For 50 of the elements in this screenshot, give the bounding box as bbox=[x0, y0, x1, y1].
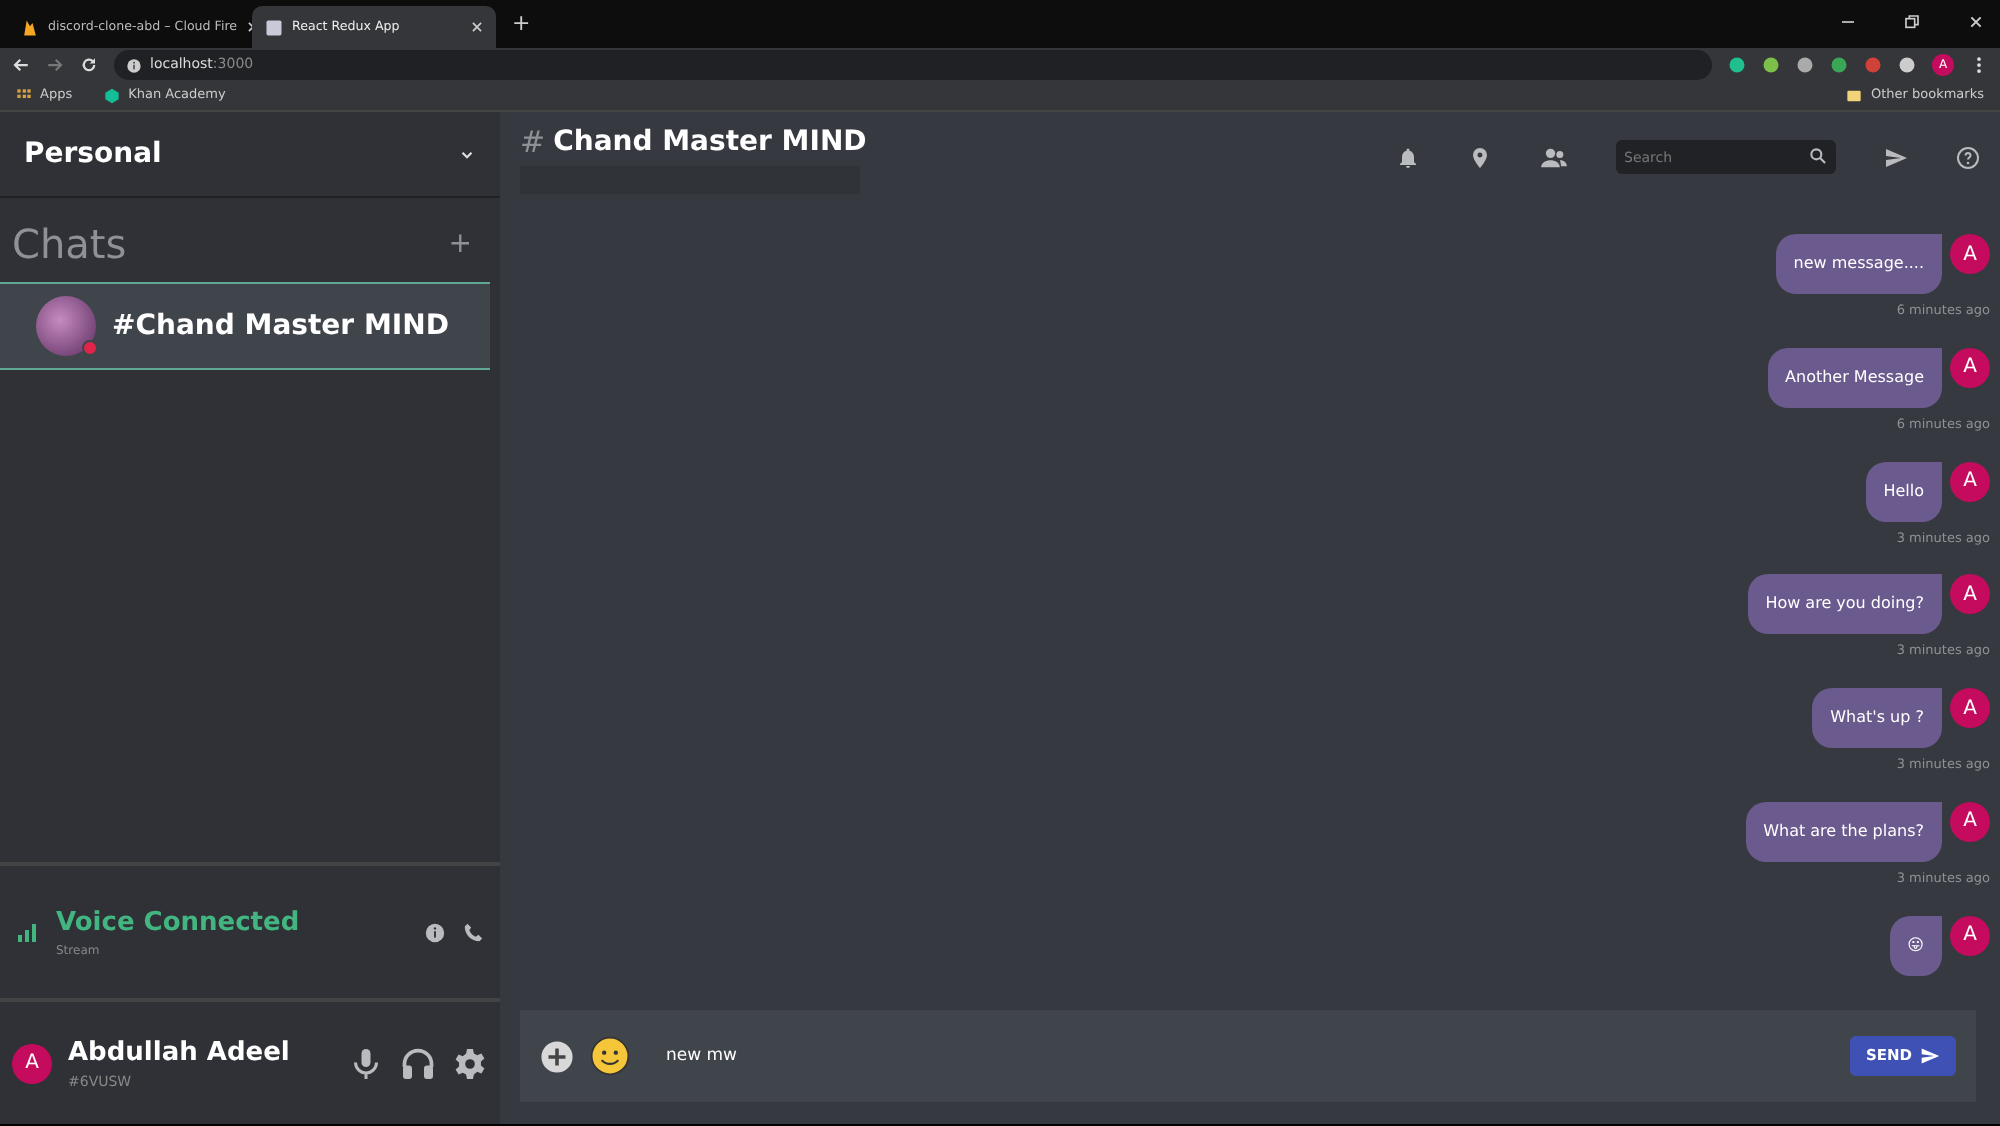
channel-title: Chand Master MIND bbox=[553, 123, 867, 161]
reload-icon[interactable] bbox=[80, 56, 98, 74]
user-name: Abdullah Adeel bbox=[68, 1035, 292, 1071]
user-avatar: A bbox=[1950, 461, 1990, 501]
back-icon[interactable] bbox=[12, 56, 30, 74]
message-bubble: Another Message bbox=[1767, 347, 1942, 408]
info-icon bbox=[126, 57, 142, 73]
forward-icon[interactable] bbox=[46, 56, 64, 74]
emoji-icon[interactable] bbox=[590, 1036, 630, 1076]
folder-icon bbox=[1846, 88, 1863, 104]
headphones-icon[interactable] bbox=[400, 1045, 436, 1081]
user-avatar: A bbox=[1950, 915, 1990, 955]
info-icon[interactable] bbox=[424, 921, 446, 943]
message-bubble: What's up ? bbox=[1812, 688, 1942, 748]
settings-icon[interactable] bbox=[452, 1045, 488, 1081]
add-channel-button[interactable]: + bbox=[448, 223, 472, 265]
new-tab-button[interactable]: + bbox=[512, 7, 531, 40]
search-icon bbox=[1808, 146, 1828, 166]
page-icon bbox=[264, 17, 284, 37]
server-name[interactable]: Personal bbox=[24, 133, 162, 175]
add-icon[interactable] bbox=[540, 1039, 574, 1073]
message-bubble: How are you doing? bbox=[1747, 574, 1942, 635]
bell-icon[interactable] bbox=[1396, 145, 1420, 169]
message-bubble: new message.... bbox=[1775, 234, 1942, 294]
apps-icon bbox=[16, 88, 32, 104]
hexagon-icon bbox=[104, 88, 121, 104]
user-avatar: A bbox=[1950, 347, 1990, 388]
user-avatar: A bbox=[1950, 234, 1990, 274]
send-icon[interactable] bbox=[1884, 145, 1908, 169]
channel-item[interactable]: #Chand Master MIND bbox=[0, 282, 490, 370]
send-icon bbox=[1920, 1046, 1940, 1066]
location-pin-icon[interactable] bbox=[1468, 145, 1492, 169]
message-bubble: 😛 bbox=[1889, 915, 1942, 975]
user-avatar: A bbox=[1950, 801, 1990, 842]
people-icon[interactable] bbox=[1540, 143, 1568, 171]
message-bubble: What are the plans? bbox=[1745, 801, 1942, 862]
message-input[interactable]: new mw bbox=[662, 1041, 1834, 1071]
restore-icon[interactable] bbox=[1904, 14, 1920, 30]
user-avatar: A bbox=[12, 1043, 52, 1083]
microphone-icon[interactable] bbox=[348, 1045, 384, 1081]
message-bubble: Hello bbox=[1865, 461, 1942, 521]
user-avatar: A bbox=[1950, 688, 1990, 728]
help-icon[interactable] bbox=[1956, 145, 1980, 169]
status-dot bbox=[82, 340, 98, 356]
section-heading: Chats bbox=[12, 218, 127, 272]
user-avatar: A bbox=[1950, 574, 1990, 615]
phone-icon[interactable] bbox=[462, 921, 484, 943]
signal-icon bbox=[16, 920, 40, 944]
hash-icon: # bbox=[520, 119, 546, 165]
voice-status: Voice Connected bbox=[56, 905, 302, 942]
